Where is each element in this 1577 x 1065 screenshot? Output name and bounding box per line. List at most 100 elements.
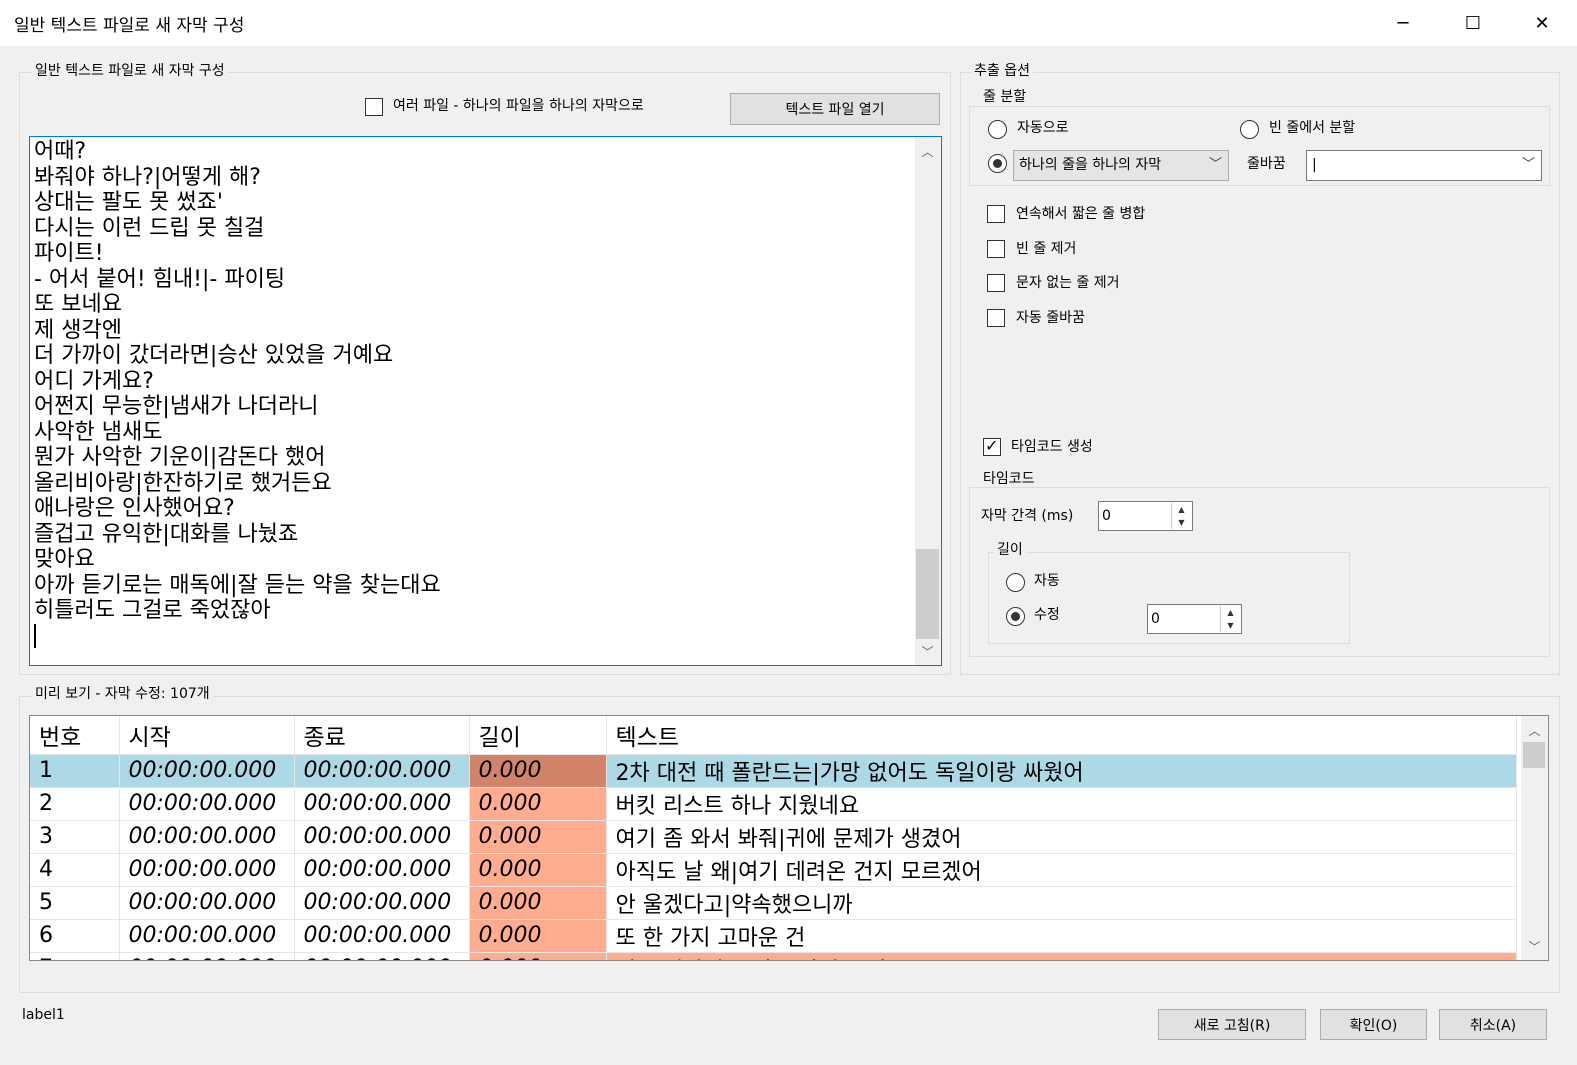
col-header-text[interactable]: 텍스트 xyxy=(606,716,1517,755)
duration-fixed-radio[interactable] xyxy=(1006,607,1025,626)
cell-end: 00:00:00.000 xyxy=(294,820,470,854)
cell-number: 4 xyxy=(30,853,120,887)
ok-button[interactable]: 확인(O) xyxy=(1320,1009,1427,1040)
scroll-up-icon[interactable]: ︿ xyxy=(1526,722,1543,739)
scroll-down-icon[interactable]: ﹀ xyxy=(1526,938,1543,955)
scroll-up-icon[interactable]: ︿ xyxy=(919,143,936,160)
chevron-down-icon: ﹀ xyxy=(1521,157,1535,172)
extract-options-label: 추출 옵션 xyxy=(971,63,1033,79)
cell-duration: 0.000 xyxy=(469,853,607,887)
duration-spinner[interactable]: 0 ▲ ▼ xyxy=(1147,604,1242,634)
title-bar: 일반 텍스트 파일로 새 자막 구성 ─ ☐ ✕ xyxy=(0,0,1577,46)
editor-scroll-thumb[interactable] xyxy=(916,549,939,639)
maximize-icon: ☐ xyxy=(1464,12,1482,34)
cell-start: 00:00:00.000 xyxy=(119,952,295,960)
minimize-icon: ─ xyxy=(1397,12,1409,34)
cell-end: 00:00:00.000 xyxy=(294,952,470,960)
multi-file-label: 여러 파일 - 하나의 파일을 하나의 자막으로 xyxy=(393,98,644,114)
linebreak-label: 줄바꿈 xyxy=(1247,156,1286,172)
table-row[interactable]: 5 00:00:00.000 00:00:00.000 0.000 안 울겠다고|약속했… xyxy=(30,886,1517,920)
split-auto-radio[interactable] xyxy=(988,120,1007,139)
open-text-file-button[interactable]: 텍스트 파일 열기 xyxy=(730,93,940,125)
cell-duration: 0.000 xyxy=(469,952,607,960)
multi-file-checkbox[interactable] xyxy=(365,98,383,116)
table-row[interactable]: 3 00:00:00.000 00:00:00.000 0.000 여기 좀 와서 봐줘… xyxy=(30,820,1517,854)
cell-text: 여기 좀 와서 봐줘|귀에 문제가 생겼어 xyxy=(606,820,1517,854)
timecode-group-label: 타임코드 xyxy=(980,471,1038,487)
status-label: label1 xyxy=(22,1007,65,1023)
editor-line: 또 보네요 xyxy=(34,292,122,317)
cell-end: 00:00:00.000 xyxy=(294,919,470,953)
subtitle-grid[interactable]: 번호 시작 종료 길이 텍스트 1 00:00:00.000 00:00:00.00… xyxy=(29,715,1549,961)
editor-line: 다시는 이런 드립 못 칠걸 xyxy=(34,215,265,241)
spin-up-icon[interactable]: ▲ xyxy=(1221,606,1240,619)
editor-line: 어때? xyxy=(34,139,87,164)
col-header-start[interactable]: 시작 xyxy=(119,716,295,755)
col-header-duration[interactable]: 길이 xyxy=(469,716,607,755)
editor-text: 어때? 봐줘야 하나?|어떻게 해? 상대는 팔도 못 썼죠' 다시는 이런 드립 못… xyxy=(34,139,441,624)
editor-line: - 어서 붙어! 힘내!|- 파이팅 xyxy=(34,266,286,292)
cell-end: 00:00:00.000 xyxy=(294,886,470,920)
spin-down-icon[interactable]: ▼ xyxy=(1221,619,1240,632)
table-row[interactable]: 2 00:00:00.000 00:00:00.000 0.000 버킷 리스트 하나 … xyxy=(30,787,1517,821)
remove-empty-checkbox[interactable] xyxy=(987,240,1005,258)
editor-line: 제 생각엔 xyxy=(34,317,122,343)
cell-end: 00:00:00.000 xyxy=(294,787,470,821)
cell-duration: 0.000 xyxy=(469,919,607,953)
cell-start: 00:00:00.000 xyxy=(119,820,295,854)
split-blank-line-radio[interactable] xyxy=(1240,120,1259,139)
gap-value: 0 xyxy=(1102,508,1111,524)
split-auto-label: 자동으로 xyxy=(1017,120,1069,136)
generate-timecode-checkbox[interactable] xyxy=(983,436,1001,456)
cell-duration: 0.000 xyxy=(469,886,607,920)
refresh-button[interactable]: 새로 고침(R) xyxy=(1158,1009,1306,1040)
auto-wrap-checkbox[interactable] xyxy=(987,309,1005,327)
col-header-end[interactable]: 종료 xyxy=(294,716,470,755)
editor-line: 애나랑은 인사했어요? xyxy=(34,496,235,521)
grid-scroll-thumb[interactable] xyxy=(1523,742,1545,768)
remove-no-text-label: 문자 없는 줄 제거 xyxy=(1016,275,1120,291)
minimize-button[interactable]: ─ xyxy=(1368,0,1438,46)
cell-number: 6 xyxy=(30,919,120,953)
linebreak-select[interactable]: | ﹀ xyxy=(1306,150,1542,181)
cell-text: 아직도 날 왜|여기 데려온 건지 모르겠어 xyxy=(606,853,1517,887)
duration-auto-radio[interactable] xyxy=(1006,573,1025,592)
editor-line: 어디 가게요? xyxy=(34,368,154,394)
table-row[interactable]: 1 00:00:00.000 00:00:00.000 0.000 2차 대전 때 폴란… xyxy=(30,754,1517,788)
cell-number: 1 xyxy=(30,754,120,788)
table-row[interactable]: 700:00:00.00000:00:00.0000.000뛰는 심장이 주개를… xyxy=(30,952,1517,960)
merge-short-checkbox[interactable] xyxy=(987,205,1005,223)
table-row[interactable]: 4 00:00:00.000 00:00:00.000 0.000 아직도 날 왜|여기… xyxy=(30,853,1517,887)
cell-start: 00:00:00.000 xyxy=(119,853,295,887)
close-button[interactable]: ✕ xyxy=(1507,0,1577,46)
scroll-down-icon[interactable]: ﹀ xyxy=(919,643,936,660)
cell-start: 00:00:00.000 xyxy=(119,886,295,920)
cell-start: 00:00:00.000 xyxy=(119,787,295,821)
table-row[interactable]: 6 00:00:00.000 00:00:00.000 0.000 또 한 가지 고마운… xyxy=(30,919,1517,953)
window-title: 일반 텍스트 파일로 새 자막 구성 xyxy=(14,16,245,36)
cell-duration: 0.000 xyxy=(469,787,607,821)
remove-no-text-checkbox[interactable] xyxy=(987,274,1005,292)
duration-fixed-label: 수정 xyxy=(1034,607,1060,623)
editor-scrollbar[interactable]: ︿ ﹀ xyxy=(915,137,941,665)
grid-scrollbar[interactable]: ︿ ﹀ xyxy=(1521,716,1548,960)
linebreak-select-value: | xyxy=(1312,157,1317,173)
split-one-line-radio[interactable] xyxy=(988,154,1007,173)
cell-text: 2차 대전 때 폴란드는|가망 없어도 독일이랑 싸웠어 xyxy=(606,754,1517,788)
col-header-number[interactable]: 번호 xyxy=(30,716,120,755)
spin-up-icon[interactable]: ▲ xyxy=(1172,503,1191,516)
cell-duration: 0.000 xyxy=(469,754,607,788)
spin-down-icon[interactable]: ▼ xyxy=(1172,516,1191,529)
duration-auto-label: 자동 xyxy=(1034,573,1060,589)
text-editor[interactable]: 어때? 봐줘야 하나?|어떻게 해? 상대는 팔도 못 썼죠' 다시는 이런 드립 못… xyxy=(29,136,942,666)
auto-wrap-label: 자동 줄바꿈 xyxy=(1016,310,1085,326)
editor-line: 파이트! xyxy=(34,241,104,266)
one-line-select[interactable]: 하나의 줄을 하나의 자막 ﹀ xyxy=(1013,150,1229,181)
gap-spinner[interactable]: 0 ▲ ▼ xyxy=(1098,501,1193,531)
cancel-button[interactable]: 취소(A) xyxy=(1439,1009,1547,1040)
maximize-button[interactable]: ☐ xyxy=(1438,0,1508,46)
cell-number: 5 xyxy=(30,886,120,920)
cell-start: 00:00:00.000 xyxy=(119,919,295,953)
line-split-label: 줄 분할 xyxy=(980,89,1030,105)
editor-line: 올리비아랑|한잔하기로 했거든요 xyxy=(34,470,332,496)
